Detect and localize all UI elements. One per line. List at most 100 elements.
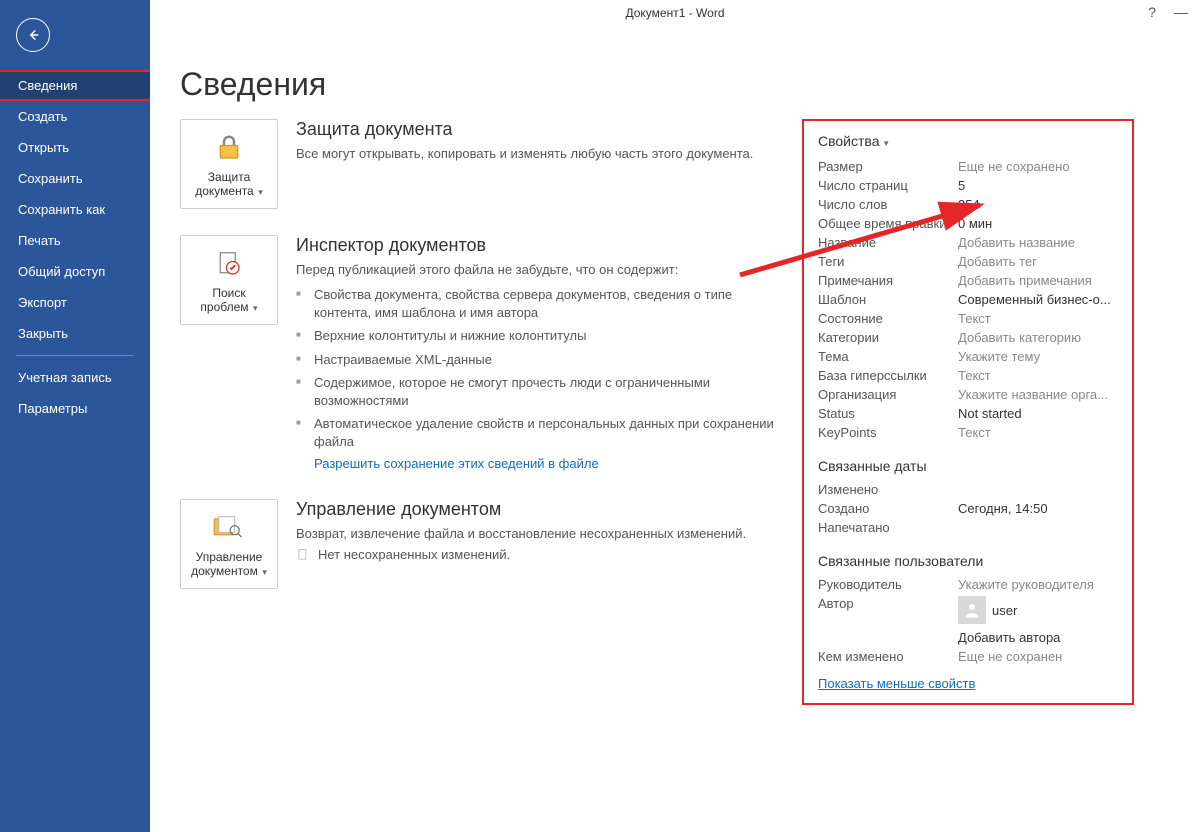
- manager-label: Руководитель: [818, 577, 958, 592]
- chevron-down-icon: ▾: [256, 187, 263, 197]
- nav-save[interactable]: Сохранить: [0, 163, 150, 194]
- person-icon: [963, 601, 981, 619]
- property-row: Число страниц5: [818, 176, 1118, 195]
- property-row: СостояниеТекст: [818, 309, 1118, 328]
- property-label: Шаблон: [818, 292, 958, 307]
- properties-header[interactable]: Свойства ▾: [818, 133, 1118, 149]
- property-value[interactable]: Укажите тему: [958, 349, 1118, 364]
- info-center: Защита документа ▾ Защита документа Все …: [150, 119, 790, 705]
- property-value: Not started: [958, 406, 1118, 421]
- no-unsaved-text: Нет несохраненных изменений.: [318, 547, 510, 562]
- inspector-title: Инспектор документов: [296, 235, 790, 256]
- property-label: Примечания: [818, 273, 958, 288]
- bullet-item: Настраиваемые XML-данные: [296, 348, 790, 372]
- date-value: Сегодня, 14:50: [958, 501, 1118, 516]
- arrow-left-icon: [24, 26, 42, 44]
- check-button-label: Поиск проблем: [200, 286, 248, 314]
- chevron-down-icon: ▾: [881, 138, 888, 148]
- minimize-icon[interactable]: —: [1174, 4, 1186, 20]
- inspector-bullets: Свойства документа, свойства сервера док…: [296, 283, 790, 453]
- help-icon[interactable]: ?: [1148, 4, 1156, 20]
- nav-close[interactable]: Закрыть: [0, 318, 150, 349]
- nav-new[interactable]: Создать: [0, 101, 150, 132]
- check-issues-button[interactable]: Поиск проблем ▾: [180, 235, 278, 325]
- property-label: Число страниц: [818, 178, 958, 193]
- property-row: НазваниеДобавить название: [818, 233, 1118, 252]
- property-row: ТегиДобавить тег: [818, 252, 1118, 271]
- property-value[interactable]: Добавить тег: [958, 254, 1118, 269]
- allow-save-link[interactable]: Разрешить сохранение этих сведений в фай…: [314, 456, 599, 471]
- nav-info[interactable]: Сведения: [0, 70, 152, 101]
- nav-separator: [16, 355, 134, 356]
- document-check-icon: [214, 249, 244, 279]
- property-value[interactable]: Добавить категорию: [958, 330, 1118, 345]
- chevron-down-icon: ▾: [260, 567, 267, 577]
- protect-document-button[interactable]: Защита документа ▾: [180, 119, 278, 209]
- property-value[interactable]: Текст: [958, 368, 1118, 383]
- property-value: 5: [958, 178, 1118, 193]
- property-label: Организация: [818, 387, 958, 402]
- lastmod-label: Кем изменено: [818, 649, 958, 664]
- page-title: Сведения: [180, 66, 1200, 103]
- date-value: [958, 482, 1118, 497]
- property-value[interactable]: Укажите название орга...: [958, 387, 1118, 402]
- bullet-item: Свойства документа, свойства сервера док…: [296, 283, 790, 324]
- nav-export[interactable]: Экспорт: [0, 287, 150, 318]
- bullet-item: Автоматическое удаление свойств и персон…: [296, 412, 790, 453]
- lock-icon: [214, 133, 244, 163]
- property-value[interactable]: Текст: [958, 425, 1118, 440]
- nav-saveas[interactable]: Сохранить как: [0, 194, 150, 225]
- inspector-section: Поиск проблем ▾ Инспектор документов Пер…: [180, 235, 790, 473]
- property-label: KeyPoints: [818, 425, 958, 440]
- date-label: Изменено: [818, 482, 958, 497]
- date-label: Напечатано: [818, 520, 958, 535]
- nav-share[interactable]: Общий доступ: [0, 256, 150, 287]
- date-row: Напечатано: [818, 518, 1118, 537]
- property-label: Status: [818, 406, 958, 421]
- property-label: Общее время правки: [818, 216, 958, 231]
- property-row: КатегорииДобавить категорию: [818, 328, 1118, 347]
- protect-button-label: Защита документа: [195, 170, 254, 198]
- show-fewer-properties-link[interactable]: Показать меньше свойств: [818, 676, 975, 691]
- date-row: Изменено: [818, 480, 1118, 499]
- manage-title: Управление документом: [296, 499, 790, 520]
- property-value[interactable]: Еще не сохранено: [958, 159, 1118, 174]
- manage-document-button[interactable]: Управление документом ▾: [180, 499, 278, 589]
- property-row: Число слов354: [818, 195, 1118, 214]
- related-people-header: Связанные пользователи: [818, 553, 1118, 569]
- author-name: user: [992, 603, 1017, 618]
- manage-button-label: Управление документом: [191, 550, 262, 578]
- author-entry[interactable]: user: [958, 596, 1118, 624]
- property-value[interactable]: Текст: [958, 311, 1118, 326]
- property-value[interactable]: Добавить название: [958, 235, 1118, 250]
- lastmod-value: Еще не сохранен: [958, 649, 1118, 664]
- folder-search-icon: [212, 513, 246, 543]
- author-label: Автор: [818, 596, 958, 611]
- property-row: РазмерЕще не сохранено: [818, 157, 1118, 176]
- protect-desc: Все могут открывать, копировать и изменя…: [296, 146, 790, 161]
- property-row: База гиперссылкиТекст: [818, 366, 1118, 385]
- no-unsaved-row: Нет несохраненных изменений.: [296, 547, 790, 562]
- nav-print[interactable]: Печать: [0, 225, 150, 256]
- backstage-sidebar: Сведения Создать Открыть Сохранить Сохра…: [0, 0, 150, 832]
- main-panel: Документ1 - Word ? — Сведения Защита док…: [150, 0, 1200, 832]
- property-label: Тема: [818, 349, 958, 364]
- manager-value[interactable]: Укажите руководителя: [958, 577, 1118, 592]
- protect-section: Защита документа ▾ Защита документа Все …: [180, 119, 790, 209]
- property-row: Общее время правки0 мин: [818, 214, 1118, 233]
- nav-open[interactable]: Открыть: [0, 132, 150, 163]
- nav-options[interactable]: Параметры: [0, 393, 150, 424]
- titlebar: Документ1 - Word ? —: [150, 0, 1200, 26]
- property-label: Теги: [818, 254, 958, 269]
- nav-account[interactable]: Учетная запись: [0, 362, 150, 393]
- add-author[interactable]: Добавить автора: [958, 630, 1118, 645]
- property-value[interactable]: Добавить примечания: [958, 273, 1118, 288]
- back-button[interactable]: [16, 18, 50, 52]
- property-value: Современный бизнес-о...: [958, 292, 1118, 307]
- properties-panel: Свойства ▾ РазмерЕще не сохраненоЧисло с…: [802, 119, 1134, 705]
- property-row: ТемаУкажите тему: [818, 347, 1118, 366]
- property-row: StatusNot started: [818, 404, 1118, 423]
- manage-desc: Возврат, извлечение файла и восстановлен…: [296, 526, 790, 541]
- property-row: ОрганизацияУкажите название орга...: [818, 385, 1118, 404]
- date-label: Создано: [818, 501, 958, 516]
